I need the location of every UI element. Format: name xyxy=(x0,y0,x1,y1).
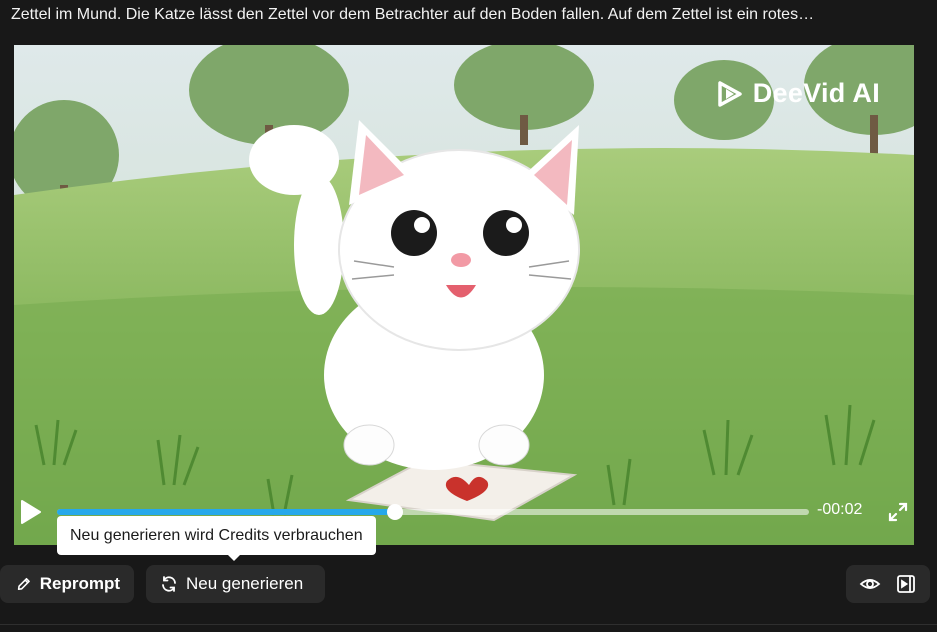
refresh-icon xyxy=(162,576,176,592)
reprompt-button[interactable]: Reprompt xyxy=(0,565,134,603)
pencil-icon xyxy=(17,577,30,591)
deevid-logo-icon xyxy=(718,80,742,107)
prompt-text: Zettel im Mund. Die Katze lässt den Zett… xyxy=(11,6,815,23)
progress-bar[interactable] xyxy=(57,504,809,520)
video-frame xyxy=(14,45,914,545)
tooltip-arrow xyxy=(227,554,241,561)
video-player[interactable]: DeeVid AI -00:02 xyxy=(14,45,914,545)
play-button[interactable] xyxy=(20,499,42,525)
eye-icon xyxy=(859,579,881,589)
watermark-text: DeeVid AI xyxy=(752,78,880,108)
fullscreen-button[interactable] xyxy=(887,501,909,523)
play-icon xyxy=(21,500,41,524)
view-button[interactable] xyxy=(858,572,882,596)
time-remaining: -00:02 xyxy=(817,501,863,518)
bottom-divider xyxy=(0,624,937,625)
regenerate-label: Neu generieren xyxy=(186,574,304,593)
reprompt-label: Reprompt xyxy=(39,574,120,593)
credits-tooltip: Neu generieren wird Credits verbrauchen xyxy=(57,516,376,555)
fullscreen-icon xyxy=(888,502,908,522)
regenerate-button[interactable]: Neu generieren xyxy=(146,565,325,603)
view-toggle-group xyxy=(846,565,930,603)
watermark: DeeVid AI xyxy=(715,78,880,109)
panel-button[interactable] xyxy=(894,572,918,596)
panel-play-icon xyxy=(897,575,915,593)
progress-fill xyxy=(57,509,396,515)
